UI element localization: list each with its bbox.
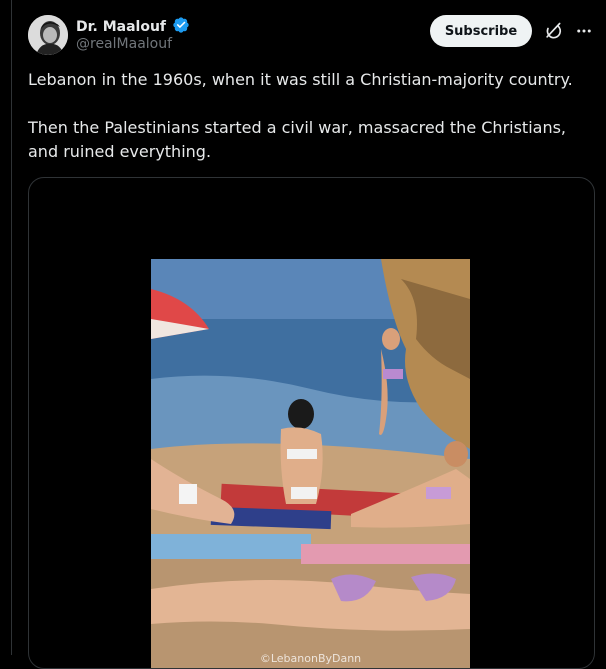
avatar[interactable] (28, 15, 68, 55)
subscribe-button[interactable]: Subscribe (430, 15, 532, 47)
author-handle[interactable]: @realMaalouf (76, 36, 172, 52)
photo-illustration (151, 259, 470, 668)
beach-photo[interactable]: ©LebanonByDann (151, 259, 470, 668)
media-container[interactable]: ©LebanonByDann (28, 177, 595, 669)
author-display-name[interactable]: Dr. Maalouf (76, 19, 166, 35)
avatar-image (28, 15, 68, 55)
verified-badge-icon (172, 16, 190, 38)
grok-icon[interactable] (543, 21, 563, 41)
author-name-row[interactable]: Dr. Maalouf (76, 16, 190, 38)
timeline-border (11, 0, 12, 655)
tweet-text: Lebanon in the 1960s, when it was still … (28, 70, 573, 161)
more-options-icon[interactable] (574, 21, 594, 41)
photo-watermark: ©LebanonByDann (259, 652, 362, 665)
